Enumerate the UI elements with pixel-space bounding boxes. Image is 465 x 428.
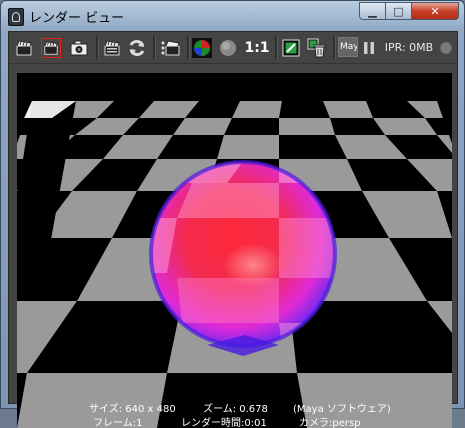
keep-image-icon[interactable] — [281, 38, 301, 57]
image-size-label: サイズ: 640 x 480 — [89, 404, 176, 415]
toolbar-separator — [96, 36, 99, 59]
snapshot-camera-icon[interactable] — [69, 38, 89, 57]
zoom-label: ズーム: 0.678 — [203, 404, 268, 415]
render-view-window: レンダー ビュー ▁ □ ✕ 1:1 Ma IPR: 0MB サイズ: 640 … — [0, 0, 465, 428]
window-title: レンダー ビュー — [29, 11, 125, 26]
render-toolbar: 1:1 Maya IPR: 0MB — [9, 32, 457, 64]
pause-ipr-icon[interactable] — [362, 38, 376, 57]
maya-app-icon — [8, 8, 24, 26]
rendered-image-viewport[interactable]: サイズ: 640 x 480 ズーム: 0.678 (Maya ソフトウェア) … — [17, 73, 452, 428]
renderer-selector[interactable]: Maya — [338, 37, 358, 57]
minimize-button[interactable]: ▁ — [359, 2, 386, 20]
real-size-button[interactable]: 1:1 — [242, 38, 272, 57]
redo-render-clapper-icon[interactable] — [15, 38, 33, 57]
toolbar-separator — [333, 36, 336, 59]
camera-label: カメラ:persp — [299, 418, 361, 428]
toolbar-separator — [275, 36, 278, 59]
remove-image-trash-icon[interactable] — [306, 38, 328, 57]
renderer-label: Maya — [340, 42, 357, 52]
render-time-label: レンダー時間:0:01 — [181, 418, 267, 428]
refresh-icon[interactable] — [126, 38, 148, 57]
frame-label: フレーム:1 — [93, 418, 143, 428]
renderer-name-label: (Maya ソフトウェア) — [293, 404, 391, 415]
rendered-image — [17, 101, 452, 428]
toolbar-separator — [187, 36, 190, 59]
close-icon: ✕ — [430, 4, 440, 18]
render-region-clapper-icon[interactable] — [41, 38, 61, 58]
render-settings-clapper-icon[interactable] — [159, 38, 181, 57]
toolbar-separator — [153, 36, 156, 59]
alpha-channel-icon[interactable] — [218, 38, 238, 57]
maximize-icon: □ — [393, 4, 404, 18]
title-bar[interactable]: レンダー ビュー ▁ □ ✕ — [1, 1, 464, 31]
minimize-icon: ▁ — [368, 4, 377, 18]
close-button[interactable]: ✕ — [411, 2, 459, 20]
ipr-status-indicator — [438, 38, 454, 57]
maximize-button[interactable]: □ — [385, 2, 412, 20]
render-view-panel: 1:1 Maya IPR: 0MB — [8, 31, 458, 428]
ipr-render-clapper-icon[interactable] — [103, 38, 121, 57]
ipr-memory-label: IPR: 0MB — [384, 41, 434, 54]
rgb-channel-icon[interactable] — [192, 37, 212, 58]
